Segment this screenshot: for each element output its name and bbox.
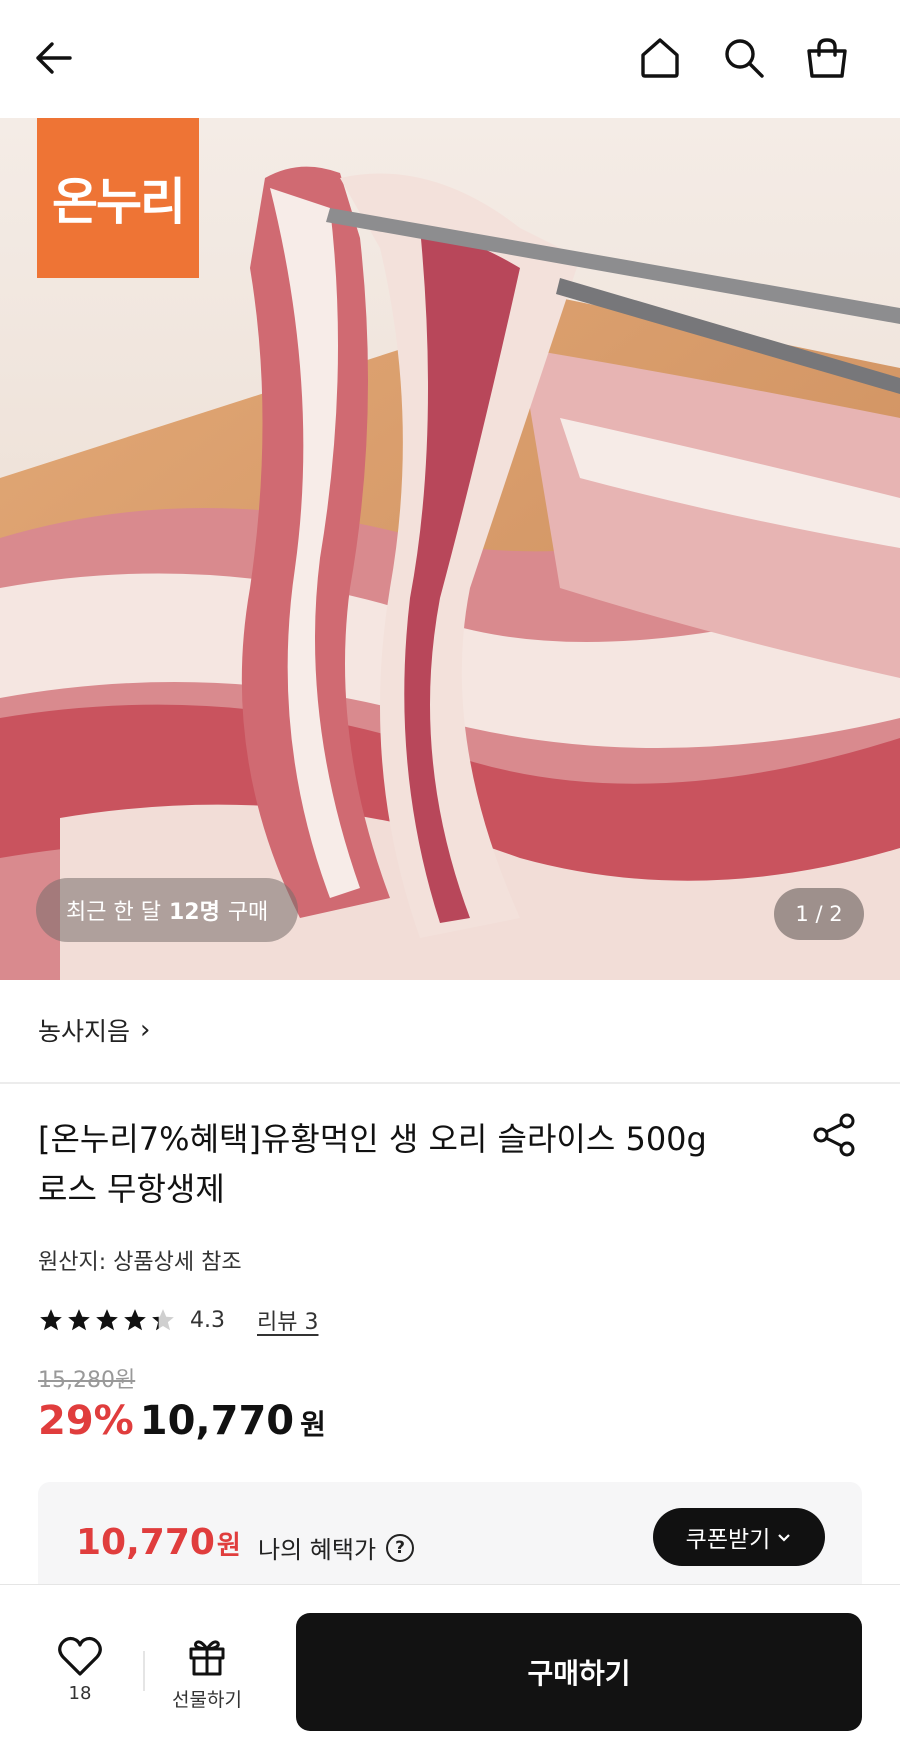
star-partial-icon (152, 1309, 174, 1331)
back-button[interactable] (26, 30, 82, 86)
star-filled-icon (68, 1309, 90, 1331)
rating-score: 4.3 (190, 1307, 225, 1333)
star-filled-icon (124, 1309, 146, 1331)
section-divider (0, 1082, 900, 1084)
benefit-label-text: 나의 혜택가 (258, 1536, 377, 1564)
rating-row: 4.3 리뷰 3 (38, 1304, 318, 1336)
chevron-right-icon: › (140, 1015, 151, 1045)
home-button[interactable] (632, 30, 688, 86)
share-icon (813, 1113, 855, 1157)
star-filled-icon (96, 1309, 118, 1331)
search-button[interactable] (716, 30, 772, 86)
price-unit: 원 (300, 1408, 326, 1441)
coupon-button-label: 쿠폰받기 (685, 1527, 771, 1553)
benefit-price-value: 10,770 (76, 1522, 215, 1563)
seller-name: 농사지음 (38, 1017, 131, 1046)
like-button[interactable]: 18 (40, 1635, 120, 1704)
buy-button-label: 구매하기 (527, 1657, 631, 1690)
image-page-indicator: 1 / 2 (774, 888, 864, 940)
seller-link[interactable]: 농사지음 › (38, 1012, 150, 1048)
cart-button[interactable] (799, 30, 855, 86)
product-title: [온누리7%혜택]유황먹인 생 오리 슬라이스 500g 로스 무항생제 (38, 1120, 707, 1208)
reviews-link[interactable]: 리뷰 3 (257, 1304, 318, 1336)
heart-icon (58, 1636, 102, 1676)
arrow-left-icon (36, 42, 72, 74)
bottom-action-bar: 18 선물하기 구매하기 (0, 1584, 900, 1744)
buy-button[interactable]: 구매하기 (296, 1613, 862, 1731)
origin-info: 원산지: 상품상세 참조 (38, 1250, 242, 1275)
gift-button[interactable]: 선물하기 (157, 1635, 257, 1712)
gift-icon (189, 1640, 225, 1676)
gift-label: 선물하기 (172, 1689, 242, 1711)
original-price: 15,280원 (38, 1368, 136, 1393)
share-button[interactable] (810, 1110, 860, 1160)
chevron-down-icon (778, 1534, 791, 1542)
search-icon (725, 39, 764, 78)
recent-buyers-suffix: 구매 (227, 900, 269, 925)
price-row: 29% 10,770 원 (38, 1398, 326, 1444)
benefit-label: 나의 혜택가 ? (258, 1530, 415, 1565)
benefit-price: 10,770 원 (76, 1522, 241, 1563)
sale-price: 10,770 (139, 1398, 295, 1444)
recent-buyers-count: 12명 (168, 900, 220, 925)
home-icon (641, 38, 679, 78)
action-divider (143, 1651, 145, 1691)
top-navigation-bar (0, 0, 900, 118)
help-icon[interactable]: ? (386, 1533, 415, 1562)
shopping-bag-icon (807, 38, 847, 78)
discount-rate: 29% (38, 1398, 134, 1444)
recent-buyers-prefix: 최근 한 달 (66, 900, 161, 925)
like-count: 18 (68, 1683, 92, 1704)
benefit-price-unit: 원 (216, 1531, 241, 1561)
coupon-button[interactable]: 쿠폰받기 (653, 1508, 825, 1566)
recent-buyers-badge: 최근 한 달 12명 구매 (36, 878, 299, 942)
star-filled-icon (40, 1309, 62, 1331)
product-image-gallery[interactable]: 온누리 최근 한 달 12명 구매 1 / 2 (0, 118, 900, 980)
brand-logo: 온누리 (37, 118, 199, 278)
